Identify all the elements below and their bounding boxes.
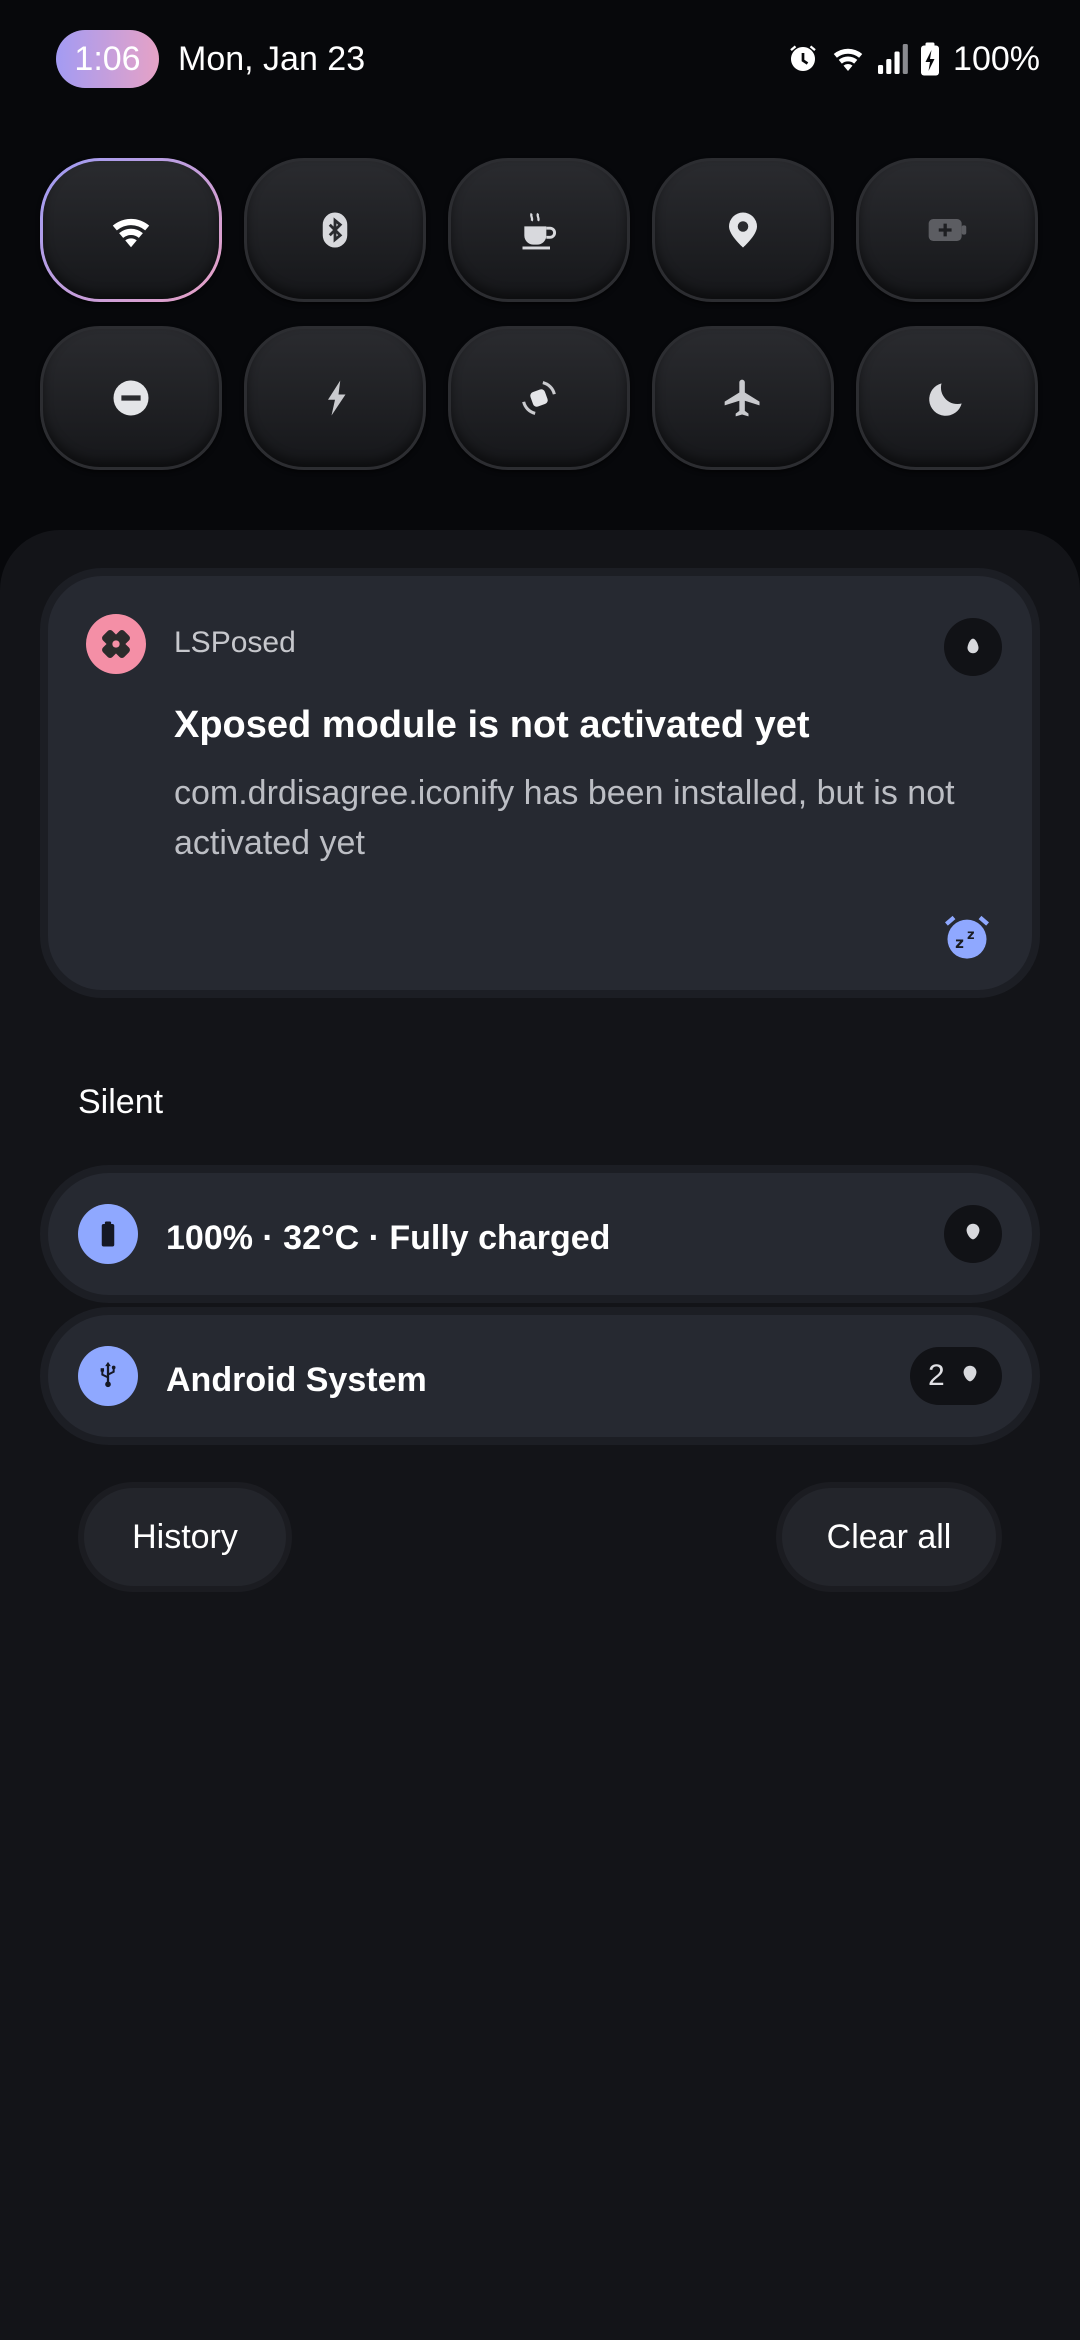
svg-text:z: z bbox=[967, 928, 975, 943]
history-button[interactable]: History bbox=[78, 1482, 292, 1592]
expand-button[interactable] bbox=[944, 618, 1002, 676]
flashlight-icon bbox=[314, 377, 356, 419]
clock-chip[interactable]: 1:06 bbox=[56, 30, 159, 88]
rotate-icon bbox=[516, 375, 562, 421]
tile-bluetooth[interactable] bbox=[244, 158, 426, 302]
alarm-icon bbox=[785, 41, 821, 77]
usb-app-icon bbox=[78, 1346, 138, 1406]
battery-app-icon bbox=[78, 1204, 138, 1264]
notification-count: 2 bbox=[928, 1359, 945, 1392]
notification-app-name: LSPosed bbox=[174, 626, 296, 659]
battery-plus-icon bbox=[925, 208, 969, 252]
airplane-icon bbox=[721, 376, 765, 420]
clear-all-button[interactable]: Clear all bbox=[776, 1482, 1002, 1592]
lsposed-app-icon bbox=[86, 614, 146, 674]
tile-do-not-disturb[interactable] bbox=[40, 326, 222, 470]
notification-title: Xposed module is not activated yet bbox=[174, 704, 810, 746]
chevron-down-icon bbox=[962, 1221, 984, 1248]
section-header-silent: Silent bbox=[78, 1083, 164, 1121]
snooze-icon: zz bbox=[941, 911, 993, 968]
signal-icon bbox=[875, 41, 911, 77]
wifi-icon bbox=[829, 41, 867, 77]
notification-count-expand[interactable]: 2 bbox=[910, 1347, 1002, 1405]
notification-row-title: 100% · 32°C · Fully charged bbox=[166, 1219, 611, 1257]
bluetooth-icon bbox=[314, 209, 356, 251]
date-label[interactable]: Mon, Jan 23 bbox=[178, 36, 365, 82]
notification-row-android-system[interactable]: Android System 2 bbox=[40, 1307, 1040, 1445]
tile-airplane-mode[interactable] bbox=[652, 326, 834, 470]
notification-row-battery[interactable]: 100% · 32°C · Fully charged bbox=[40, 1165, 1040, 1303]
tile-auto-rotate[interactable] bbox=[448, 326, 630, 470]
battery-charging-icon bbox=[919, 41, 941, 77]
coffee-icon bbox=[517, 208, 561, 252]
notification-text: com.drdisagree.iconify has been installe… bbox=[174, 774, 955, 862]
chevron-down-icon bbox=[959, 1359, 981, 1393]
moon-icon bbox=[925, 376, 969, 420]
location-icon bbox=[722, 209, 764, 251]
status-bar: 1:06 Mon, Jan 23 100% bbox=[0, 0, 1080, 120]
tile-flashlight[interactable] bbox=[244, 326, 426, 470]
svg-text:z: z bbox=[955, 933, 964, 951]
notification-row-title: Android System bbox=[166, 1361, 427, 1399]
tile-location[interactable] bbox=[652, 158, 834, 302]
status-icons: 100% bbox=[785, 36, 1040, 82]
expand-button[interactable] bbox=[944, 1205, 1002, 1263]
snooze-button[interactable]: zz bbox=[940, 912, 994, 966]
dnd-icon bbox=[110, 377, 152, 419]
tile-caffeine[interactable] bbox=[448, 158, 630, 302]
tile-wifi[interactable] bbox=[40, 158, 222, 302]
chevron-up-icon bbox=[962, 634, 984, 661]
battery-percent: 100% bbox=[953, 40, 1040, 78]
wifi-icon bbox=[108, 207, 154, 253]
tile-battery-saver[interactable] bbox=[856, 158, 1038, 302]
notification-card-lsposed[interactable]: LSPosed Xposed module is not activated y… bbox=[40, 568, 1040, 998]
tile-dark-theme[interactable] bbox=[856, 326, 1038, 470]
